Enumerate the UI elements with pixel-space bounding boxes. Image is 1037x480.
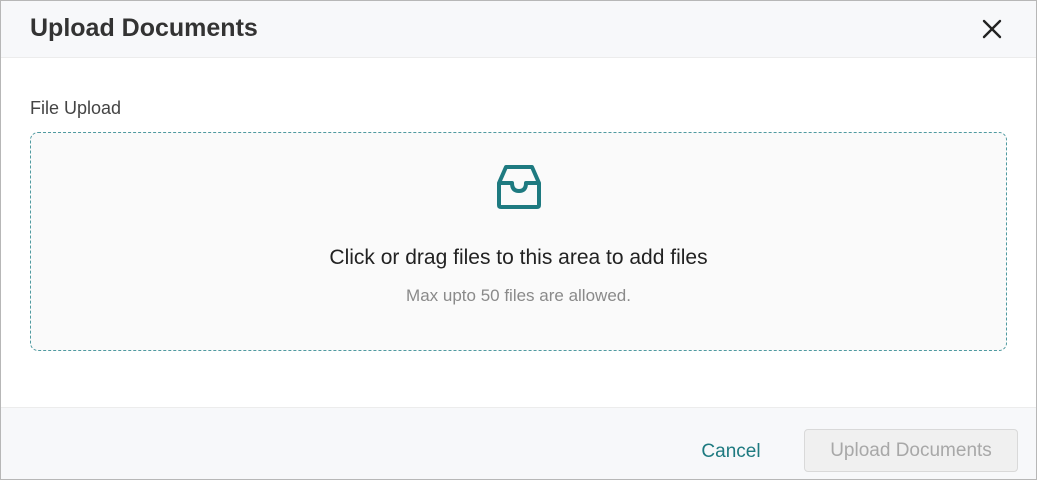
close-icon [982, 19, 1002, 39]
cancel-button[interactable]: Cancel [685, 431, 777, 473]
dropzone-title: Click or drag files to this area to add … [329, 246, 708, 269]
dialog-body: File Upload Click or drag files to this … [1, 59, 1036, 407]
file-dropzone[interactable]: Click or drag files to this area to add … [30, 132, 1007, 351]
dialog-title: Upload Documents [30, 14, 258, 42]
inbox-icon [497, 165, 541, 209]
upload-documents-dialog: Upload Documents File Upload Click or dr… [0, 0, 1037, 480]
dialog-footer: Cancel Upload Documents [1, 407, 1036, 479]
file-upload-label: File Upload [30, 98, 122, 118]
dialog-header: Upload Documents [1, 1, 1036, 58]
dropzone-hint: Max upto 50 files are allowed. [406, 286, 631, 305]
close-button[interactable] [977, 14, 1007, 44]
upload-documents-button[interactable]: Upload Documents [804, 429, 1018, 472]
